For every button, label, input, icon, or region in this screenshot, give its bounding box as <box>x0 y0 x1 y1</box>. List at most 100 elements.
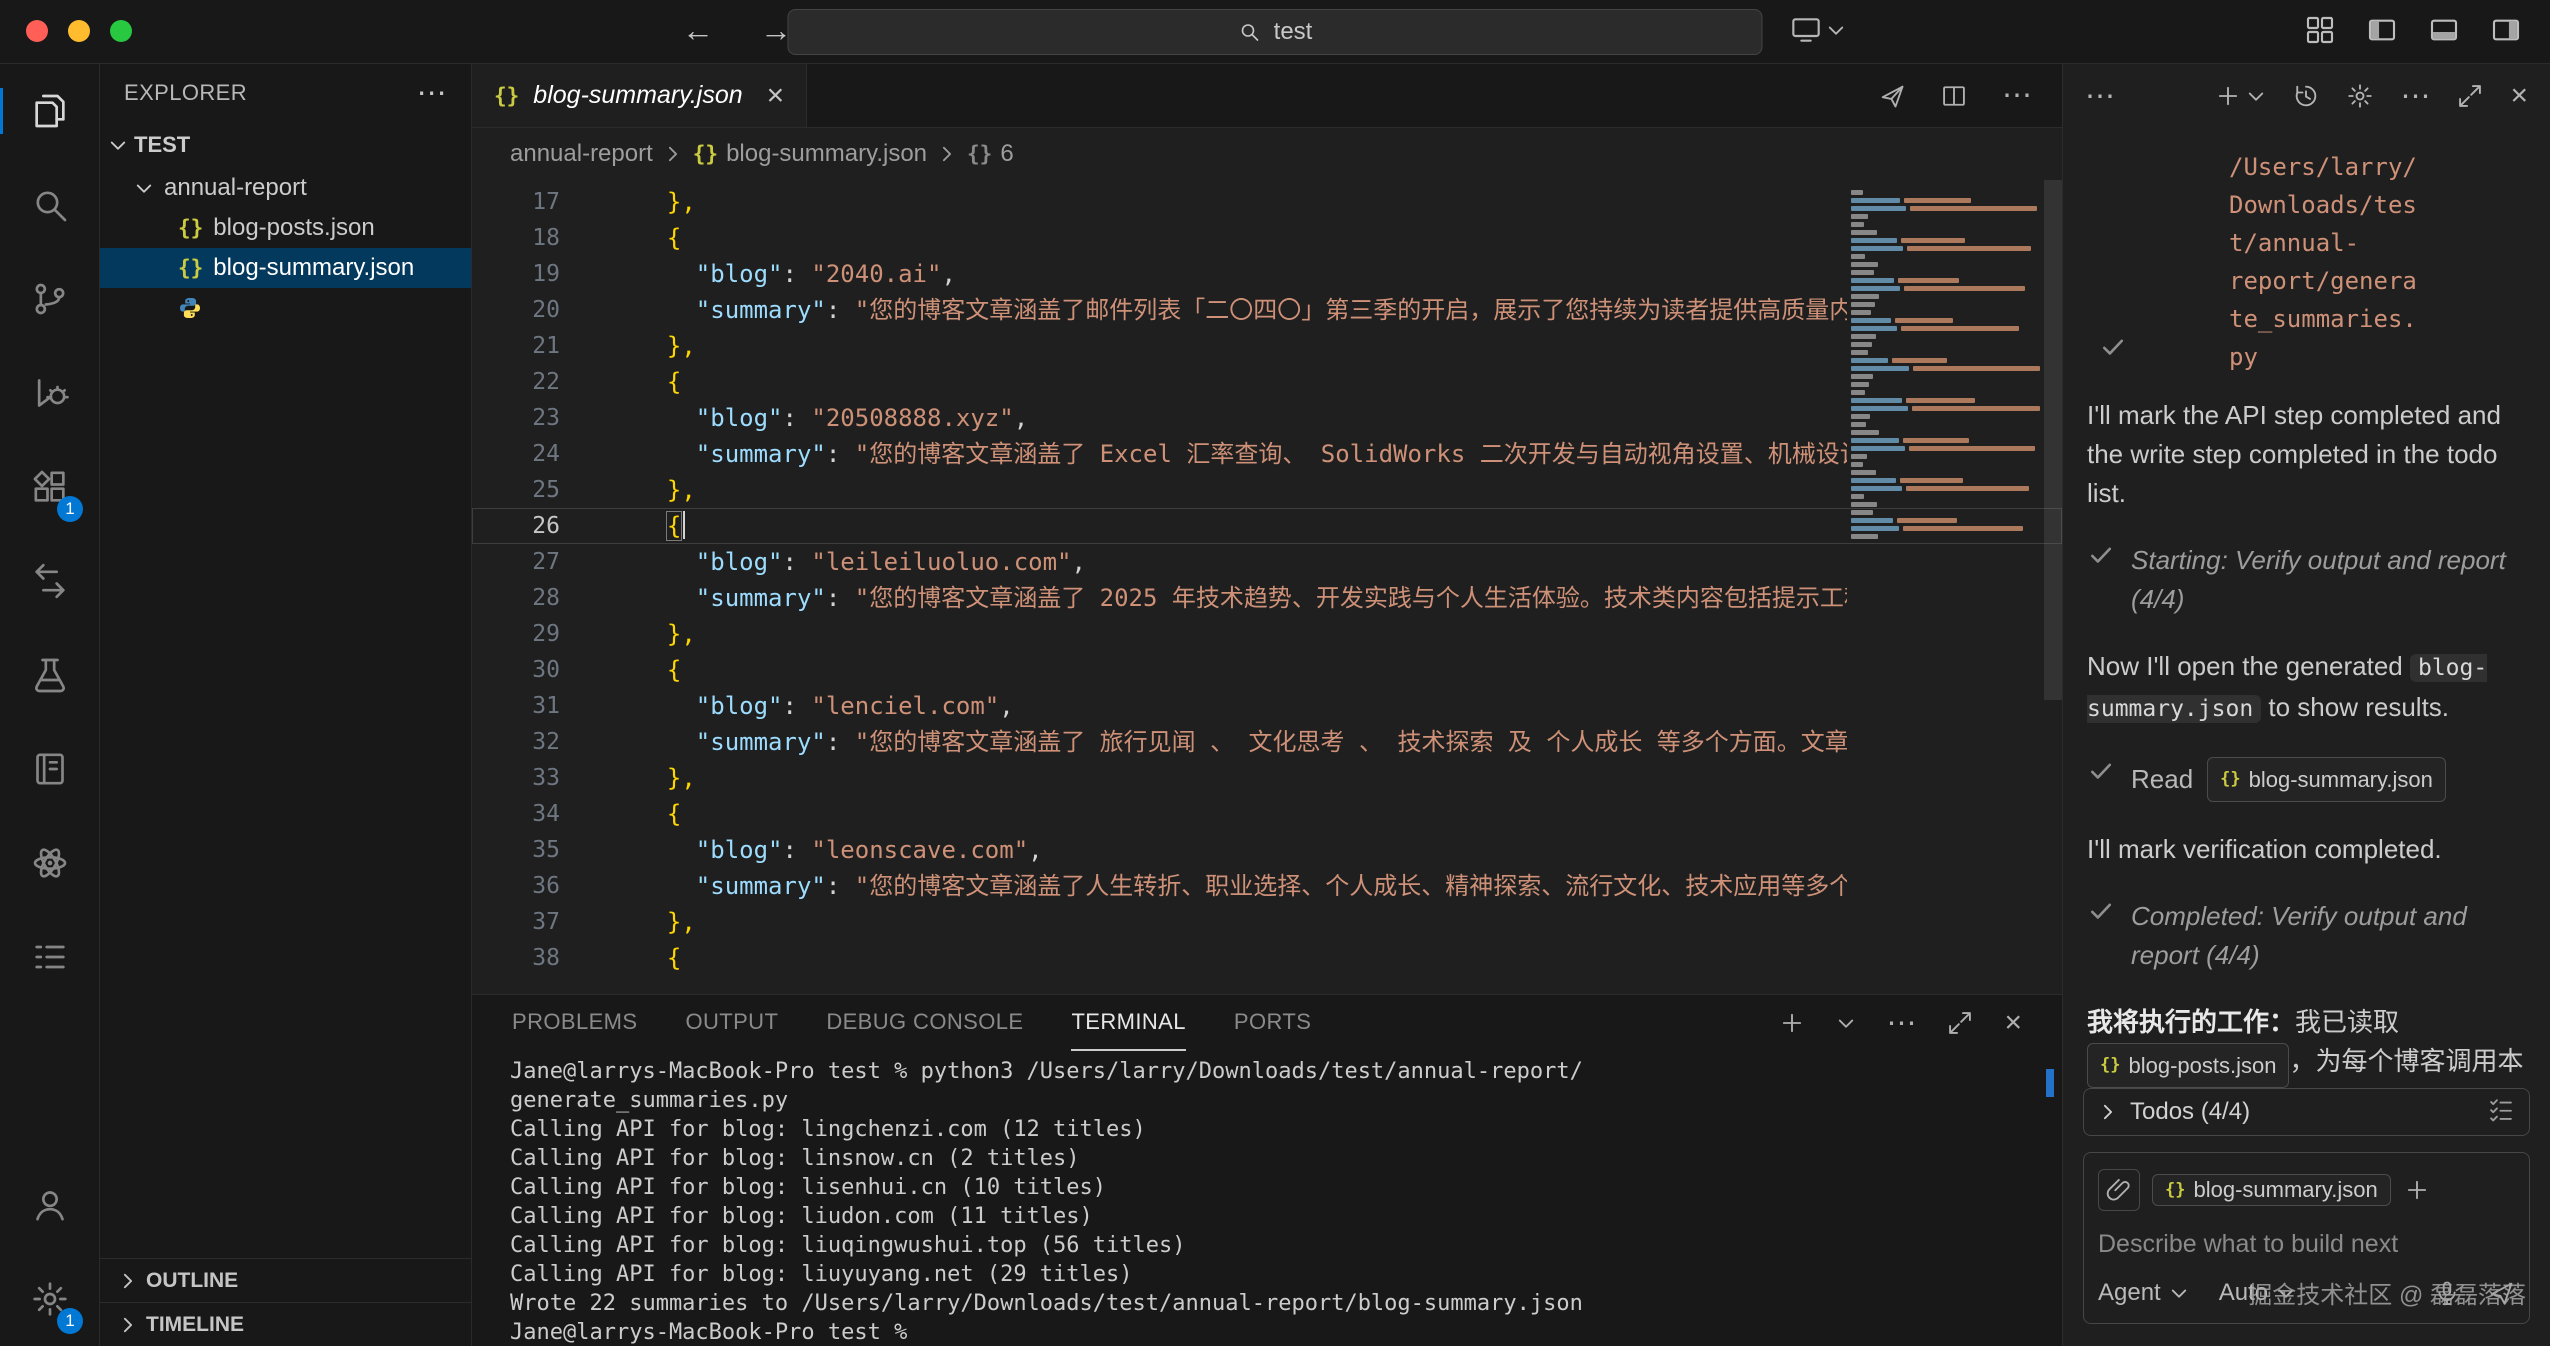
code-line-30[interactable]: 30 { <box>472 652 2062 688</box>
share-icon[interactable] <box>1878 82 1906 110</box>
panel-tab-problems[interactable]: PROBLEMS <box>512 995 637 1051</box>
code-line-28[interactable]: 28 "summary": "您的博客文章涵盖了 2025 年技术趋势、开发实践… <box>472 580 2062 616</box>
activitybar-testing[interactable] <box>0 628 99 722</box>
code-line-25[interactable]: 25 }, <box>472 472 2062 508</box>
breadcrumb-symbol[interactable]: {} 6 <box>967 140 1014 168</box>
panel-tab-debug-console[interactable]: DEBUG CONSOLE <box>826 995 1023 1051</box>
file-chip-blog-posts[interactable]: {}blog-posts.json <box>2087 1043 2289 1088</box>
terminal-scrollbar[interactable] <box>2046 1069 2054 1097</box>
code-line-36[interactable]: 36 "summary": "您的博客文章涵盖了人生转折、职业选择、个人成长、精… <box>472 868 2062 904</box>
terminal[interactable]: Jane@larrys-MacBook-Pro test % python3 /… <box>472 1051 2062 1346</box>
code-line-35[interactable]: 35 "blog": "leonscave.com", <box>472 832 2062 868</box>
code-line-24[interactable]: 24 "summary": "您的博客文章涵盖了 Excel 汇率查询、 Sol… <box>472 436 2062 472</box>
minimize-window-button[interactable] <box>68 20 90 42</box>
tree-item-blog-summary-json[interactable]: {} blog-summary.json <box>100 248 471 288</box>
code-line-27[interactable]: 27 "blog": "leileiluoluo.com", <box>472 544 2062 580</box>
terminal-line: Jane@larrys-MacBook-Pro test % <box>510 1318 2062 1346</box>
activitybar-jupyter[interactable] <box>0 816 99 910</box>
code-line-22[interactable]: 22 { <box>472 364 2062 400</box>
close-chat-icon[interactable]: × <box>2510 79 2528 113</box>
chevron-down-icon[interactable] <box>1836 1013 1856 1033</box>
code-line-17[interactable]: 17 }, <box>472 184 2062 220</box>
history-navigation: ← → <box>682 12 792 49</box>
code-line-18[interactable]: 18 { <box>472 220 2062 256</box>
panel-tab-ports[interactable]: PORTS <box>1234 995 1311 1051</box>
new-terminal-icon[interactable] <box>1778 1009 1806 1037</box>
panel-more-actions-icon[interactable]: ⋯ <box>1886 1006 1916 1041</box>
model-picker[interactable]: Auto <box>2219 1279 2296 1307</box>
code-line-19[interactable]: 19 "blog": "2040.ai", <box>472 256 2062 292</box>
tree-item-generate-summaries-py[interactable] <box>100 288 471 328</box>
toggle-panel-icon[interactable] <box>2428 14 2460 46</box>
checklist-icon[interactable] <box>2487 1095 2515 1123</box>
code-editor[interactable]: 17 },18 {19 "blog": "2040.ai",20 "summar… <box>472 180 2062 994</box>
code-line-23[interactable]: 23 "blog": "20508888.xyz", <box>472 400 2062 436</box>
line-number: 18 <box>472 220 560 256</box>
activitybar-explorer[interactable] <box>0 64 99 158</box>
code-line-38[interactable]: 38 { <box>472 940 2062 976</box>
chat-overflow-icon[interactable]: ⋯ <box>2400 79 2430 114</box>
split-editor-icon[interactable] <box>1940 82 1968 110</box>
tree-item-annual-report[interactable]: annual-report <box>100 168 471 208</box>
new-chat-button[interactable] <box>2214 82 2266 110</box>
gear-icon[interactable] <box>2346 82 2374 110</box>
timeline-section-header[interactable]: TIMELINE <box>100 1302 471 1346</box>
code-line-26[interactable]: 26 { <box>472 508 2062 544</box>
agent-mode-picker[interactable]: Agent <box>2098 1279 2189 1307</box>
breadcrumb-file[interactable]: {} blog-summary.json <box>693 140 927 168</box>
activitybar-accounts[interactable] <box>0 1158 99 1252</box>
microphone-icon[interactable] <box>2433 1279 2461 1307</box>
close-panel-icon[interactable]: × <box>2004 1006 2022 1040</box>
attachment-chip-blog-summary[interactable]: {} blog-summary.json <box>2152 1174 2391 1206</box>
editor-scrollbar[interactable] <box>2044 180 2062 700</box>
code-line-32[interactable]: 32 "summary": "您的博客文章涵盖了 旅行见闻 、 文化思考 、 技… <box>472 724 2062 760</box>
screen-mode-selector[interactable] <box>1790 14 1846 46</box>
activitybar-notebook[interactable] <box>0 722 99 816</box>
activitybar-settings[interactable]: 1 <box>0 1252 99 1346</box>
todos-panel[interactable]: Todos (4/4) <box>2083 1088 2530 1136</box>
workspace-section-header[interactable]: TEST <box>100 122 471 168</box>
activitybar-sync[interactable] <box>0 534 99 628</box>
add-attachment-button[interactable] <box>2403 1176 2431 1204</box>
attach-context-button[interactable] <box>2098 1169 2140 1211</box>
file-chip-blog-summary[interactable]: {} blog-summary.json <box>2207 757 2446 802</box>
code-line-37[interactable]: 37 }, <box>472 904 2062 940</box>
chat-more-actions-icon[interactable]: ⋯ <box>2085 79 2115 114</box>
activitybar-run-debug[interactable] <box>0 346 99 440</box>
tree-item-blog-posts-json[interactable]: {} blog-posts.json <box>100 208 471 248</box>
activitybar-extensions[interactable]: 1 <box>0 440 99 534</box>
toggle-primary-sidebar-icon[interactable] <box>2366 14 2398 46</box>
expand-icon[interactable] <box>2456 82 2484 110</box>
explorer-more-actions-icon[interactable]: ⋯ <box>417 76 447 111</box>
maximize-panel-icon[interactable] <box>1946 1009 1974 1037</box>
chat-input[interactable] <box>2098 1223 2515 1265</box>
minimap[interactable] <box>1845 190 2040 542</box>
activitybar-source-control[interactable] <box>0 252 99 346</box>
chat-panel: ⋯ ⋯ × /Users/larry/Downloads/test/annual… <box>2062 64 2550 1346</box>
close-window-button[interactable] <box>26 20 48 42</box>
panel-tab-output[interactable]: OUTPUT <box>685 995 778 1051</box>
breadcrumb-folder[interactable]: annual-report <box>510 140 653 168</box>
command-center-search[interactable]: test <box>788 9 1763 55</box>
send-icon[interactable] <box>2487 1279 2515 1307</box>
history-icon[interactable] <box>2292 82 2320 110</box>
minimap-row <box>1845 486 2040 491</box>
editor-more-actions-icon[interactable]: ⋯ <box>2002 78 2032 113</box>
todo-status-starting: Starting: Verify output and report (4/4) <box>2087 541 2526 619</box>
outline-section-header[interactable]: OUTLINE <box>100 1258 471 1302</box>
panel-tab-terminal[interactable]: TERMINAL <box>1071 995 1185 1051</box>
activitybar-search[interactable] <box>0 158 99 252</box>
zoom-window-button[interactable] <box>110 20 132 42</box>
customize-layout-icon[interactable] <box>2304 14 2336 46</box>
toggle-secondary-sidebar-icon[interactable] <box>2490 14 2522 46</box>
activitybar-list-tree[interactable] <box>0 910 99 1004</box>
code-line-33[interactable]: 33 }, <box>472 760 2062 796</box>
code-line-21[interactable]: 21 }, <box>472 328 2062 364</box>
code-line-20[interactable]: 20 "summary": "您的博客文章涵盖了邮件列表「二〇四〇」第三季的开启… <box>472 292 2062 328</box>
close-tab-icon[interactable]: × <box>767 79 785 113</box>
back-button[interactable]: ← <box>682 12 714 49</box>
code-line-29[interactable]: 29 }, <box>472 616 2062 652</box>
code-line-34[interactable]: 34 { <box>472 796 2062 832</box>
editor-tab-blog-summary-json[interactable]: {} blog-summary.json × <box>472 64 807 127</box>
code-line-31[interactable]: 31 "blog": "lenciel.com", <box>472 688 2062 724</box>
